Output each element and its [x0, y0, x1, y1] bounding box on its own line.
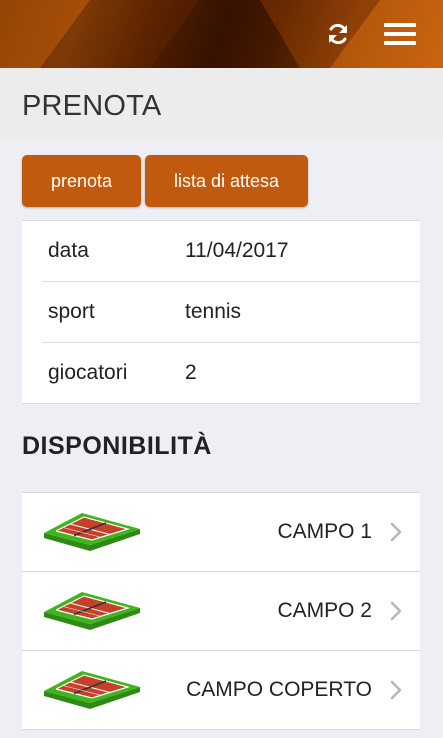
page-title: PRENOTA: [22, 90, 162, 122]
tennis-court-icon: [44, 671, 140, 709]
detail-row-giocatori: giocatori 2: [42, 342, 420, 404]
court-item-campo-2[interactable]: CAMPO 2: [22, 571, 420, 651]
tennis-court-icon: [44, 513, 140, 551]
page-title-bar: PRENOTA: [0, 68, 443, 141]
court-name: CAMPO COPERTO: [186, 678, 372, 701]
detail-label: giocatori: [48, 361, 128, 384]
detail-row-data: data 11/04/2017: [42, 221, 420, 282]
detail-label: data: [48, 239, 89, 262]
detail-value: 11/04/2017: [185, 239, 289, 262]
detail-row-sport: sport tennis: [42, 281, 420, 343]
tennis-court-icon: [44, 592, 140, 630]
availability-title: DISPONIBILITÀ: [22, 432, 212, 460]
court-item-campo-1[interactable]: CAMPO 1: [22, 492, 420, 572]
detail-value: 2: [185, 361, 197, 384]
app-header: [0, 0, 443, 68]
refresh-button[interactable]: [322, 18, 354, 50]
detail-label: sport: [48, 300, 95, 323]
prenota-button[interactable]: prenota: [22, 155, 141, 207]
detail-value: tennis: [185, 300, 242, 323]
header-background-pattern: [0, 0, 443, 68]
court-name: CAMPO 2: [277, 599, 372, 622]
chevron-right-icon: [390, 601, 402, 621]
hamburger-menu-icon: [384, 23, 416, 45]
chevron-right-icon: [390, 680, 402, 700]
waitlist-button[interactable]: lista di attesa: [145, 155, 308, 207]
menu-button[interactable]: [384, 18, 416, 50]
chevron-right-icon: [390, 522, 402, 542]
refresh-icon: [329, 23, 347, 45]
court-name: CAMPO 1: [277, 520, 372, 543]
court-item-campo-coperto[interactable]: CAMPO COPERTO: [22, 650, 420, 730]
booking-details: data 11/04/2017 sport tennis giocatori 2: [22, 220, 420, 404]
